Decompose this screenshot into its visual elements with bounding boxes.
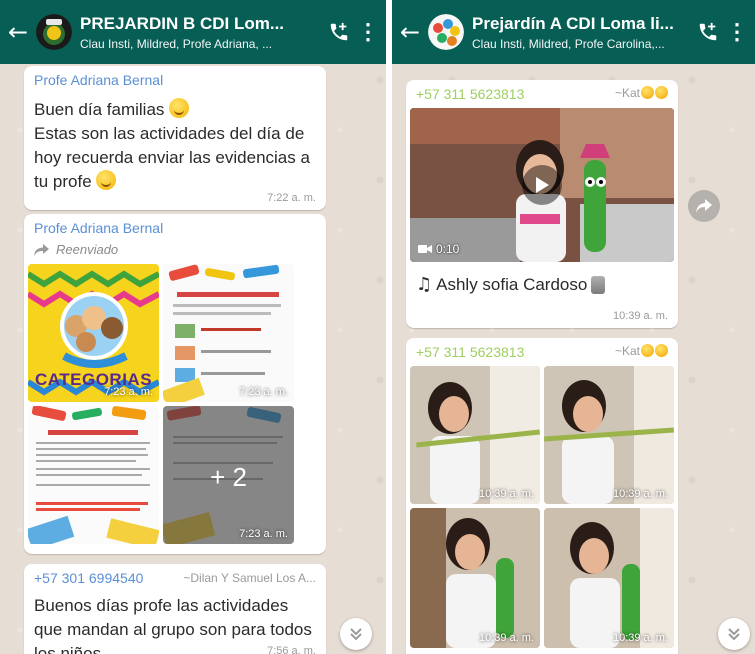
message-sender: Profe Adriana Bernal [34, 72, 164, 88]
forward-icon[interactable] [688, 190, 720, 222]
worksheet-image [28, 406, 159, 544]
sender-alias: ~Kat [614, 344, 640, 358]
message-line: hoy recuerda enviar las evidencias a [34, 148, 310, 167]
video-thumbnail[interactable]: 0:10 [410, 108, 674, 262]
message-line: que mandan al grupo son para todos [34, 620, 312, 639]
grinning-emoji-icon [96, 170, 117, 190]
double-chevron-down-icon[interactable] [340, 618, 372, 650]
tile-time: 10:39 a. m. [478, 632, 534, 644]
tile-time: 7:23 a. m. [104, 386, 153, 398]
message-sender: +57 301 6994540 [34, 570, 144, 586]
video-duration: 0:10 [436, 242, 460, 256]
double-chevron-down-icon[interactable] [718, 618, 750, 650]
message-sender: Profe Adriana Bernal [34, 220, 164, 236]
message-time: 10:39 a. m. [612, 310, 668, 322]
chat-participants: Clau Insti, Mildred, Profe Adriana, ... [80, 36, 273, 51]
album-image-tile[interactable]: 10:39 a. m. [410, 366, 540, 504]
chat-title: PREJARDIN B CDI Lom... [80, 13, 285, 33]
caption-text: Ashly sofia Cardoso [436, 274, 588, 294]
heart-eyes-emoji-icon [641, 344, 654, 357]
tile-time: 10:39 a. m. [612, 632, 668, 644]
sunglasses-emoji-icon [655, 86, 668, 99]
message-bubble[interactable]: Profe Adriana Bernal Buen día familias E… [24, 66, 326, 210]
album-image-tile[interactable]: 10:39 a. m. [544, 508, 674, 648]
message-line: Buenos días profe las actividades [34, 596, 289, 615]
child-photo [410, 366, 540, 504]
worksheet-image [163, 264, 294, 402]
more-count: + 2 [210, 462, 247, 492]
chat-title-block[interactable]: Prejardín A CDI Loma li... Clau Insti, M… [472, 14, 687, 51]
album-image-tile[interactable] [28, 406, 159, 544]
video-message-bubble[interactable]: +57 311 5623813 ~Kat 0:10 ♫ Ashly sofia … [406, 80, 678, 328]
message-bubble[interactable]: +57 301 6994540 ~Dilan Y Samuel Los A...… [24, 564, 326, 654]
child-photo [544, 508, 674, 648]
tile-time: 10:39 a. m. [478, 488, 534, 500]
sender-alias-block: ~Kat [615, 86, 668, 100]
message-sender: +57 311 5623813 [416, 344, 525, 360]
tile-time: 7:23 a. m. [239, 386, 288, 398]
forwarded-label: Reenviado [34, 242, 118, 257]
tile-time: 7:23 a. m. [239, 528, 288, 540]
phone-plus-icon[interactable] [324, 21, 354, 43]
sender-alias: ~Dilan Y Samuel Los A... [183, 571, 316, 585]
group-avatar[interactable] [36, 14, 72, 50]
album-image-tile[interactable]: 10:39 a. m. [544, 366, 674, 504]
chat-participants: Clau Insti, Mildred, Profe Carolina,... [472, 36, 665, 51]
video-info: 0:10 [418, 242, 459, 256]
album-image-tile[interactable]: 7:23 a. m. [163, 264, 294, 402]
chat-header: ← PREJARDIN B CDI Lom... Clau Insti, Mil… [0, 0, 386, 64]
message-line: tu profe [34, 172, 92, 191]
child-photo [410, 508, 540, 648]
chat-title-block[interactable]: PREJARDIN B CDI Lom... Clau Insti, Mildr… [80, 14, 318, 51]
message-time: 7:56 a. m. [267, 645, 316, 654]
child-photo [544, 366, 674, 504]
message-line: Estas son las actividades del día de [34, 124, 305, 143]
message-line: Buen día familias [34, 100, 165, 119]
arrow-left-icon[interactable]: ← [400, 20, 426, 44]
more-vert-icon[interactable]: ⋮ [723, 19, 751, 45]
music-note-icon: ♫ [416, 274, 433, 295]
sender-alias-block: ~Kat [615, 344, 668, 358]
forwarded-text: Reenviado [56, 242, 119, 257]
sender-alias: ~Kat [614, 86, 640, 100]
forward-arrow-icon [34, 243, 49, 256]
album-bubble[interactable]: +57 311 5623813 ~Kat 10:39 a. m. 10:39 a… [406, 338, 678, 654]
chat-title: Prejardín A CDI Loma li... [472, 13, 674, 33]
smiling-emoji-icon [169, 98, 190, 118]
album-image-tile[interactable]: CATEGORIAS 7:23 a. m. [28, 264, 159, 402]
play-icon[interactable] [522, 165, 562, 205]
message-sender: +57 311 5623813 [416, 86, 525, 102]
album-more-tile[interactable]: + 2 7:23 a. m. [163, 406, 294, 544]
group-avatar[interactable] [428, 14, 464, 50]
right-chat-screen: ← Prejardín A CDI Loma li... Clau Insti,… [392, 0, 755, 654]
video-camera-icon [418, 245, 432, 253]
arrow-left-icon[interactable]: ← [8, 20, 34, 44]
more-vert-icon[interactable]: ⋮ [354, 19, 382, 45]
tile-time: 10:39 a. m. [612, 488, 668, 500]
chat-header: ← Prejardín A CDI Loma li... Clau Insti,… [392, 0, 755, 64]
video-caption: ♫ Ashly sofia Cardoso [416, 274, 606, 295]
left-chat-screen: ← PREJARDIN B CDI Lom... Clau Insti, Mil… [0, 0, 386, 654]
album-image-tile[interactable]: 10:39 a. m. [410, 508, 540, 648]
message-body: Buen día familias Estas son las activida… [34, 98, 324, 194]
phone-plus-icon[interactable] [693, 21, 723, 43]
violin-emoji-icon [591, 275, 606, 294]
sunglasses-emoji-icon [655, 344, 668, 357]
album-bubble[interactable]: Profe Adriana Bernal Reenviado CATEGORIA… [24, 214, 326, 554]
heart-eyes-emoji-icon [641, 86, 654, 99]
message-time: 7:22 a. m. [267, 192, 316, 204]
